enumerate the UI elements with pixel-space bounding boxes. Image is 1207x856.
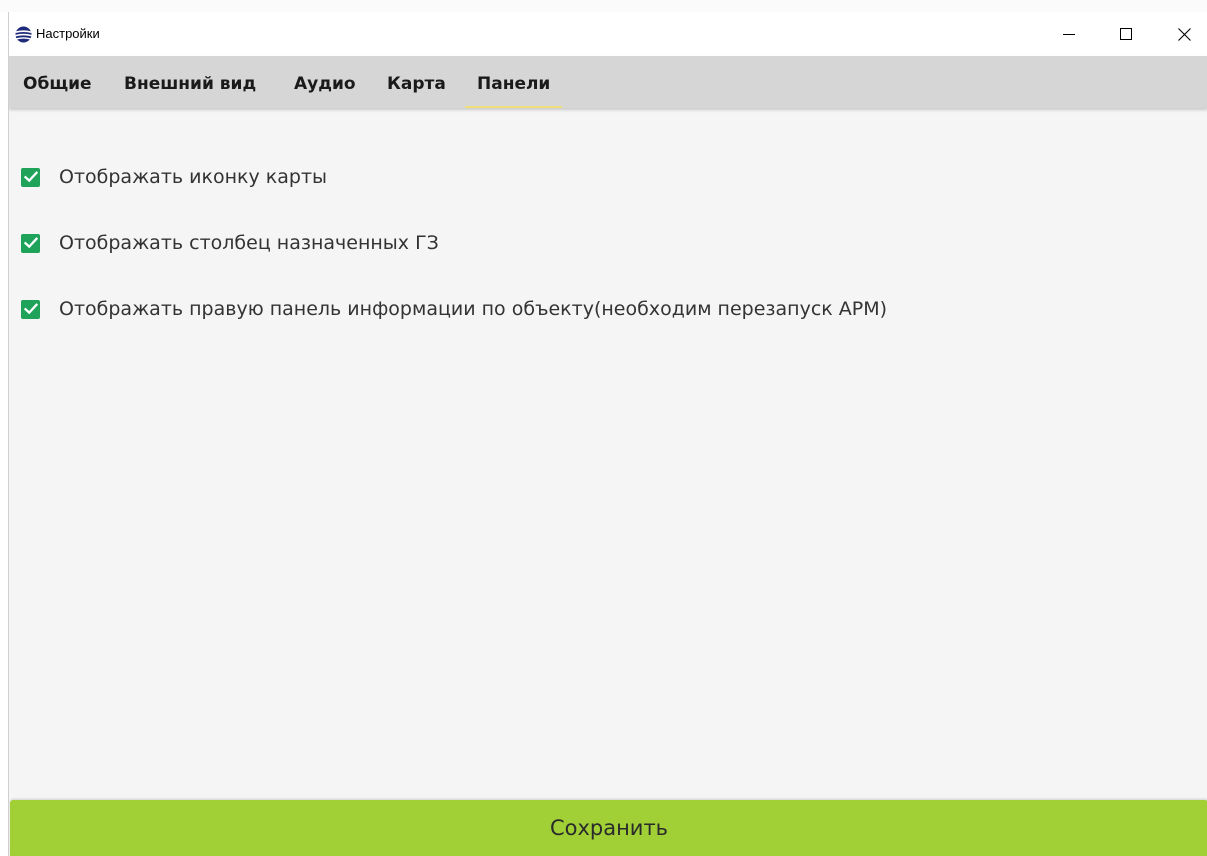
tab-panels[interactable]: Панели xyxy=(464,56,563,108)
globe-app-icon xyxy=(15,26,32,43)
tab-audio[interactable]: Аудио xyxy=(294,56,356,108)
option-label: Отображать правую панель информации по о… xyxy=(59,298,888,320)
tab-general[interactable]: Общие xyxy=(23,56,92,108)
close-icon xyxy=(1177,27,1191,41)
checkbox-checked[interactable] xyxy=(21,167,40,187)
screen: Настройки Общие Внешний вид Аудио Карта … xyxy=(0,0,1207,856)
close-button[interactable] xyxy=(1156,12,1207,56)
title-bar[interactable]: Настройки xyxy=(9,12,1207,56)
option-show-assigned-column[interactable]: Отображать столбец назначенных ГЗ xyxy=(21,228,439,258)
tab-map[interactable]: Карта xyxy=(387,56,446,108)
checkmark-icon xyxy=(23,237,38,249)
tab-bar: Общие Внешний вид Аудио Карта Панели xyxy=(9,56,1207,108)
option-label: Отображать столбец назначенных ГЗ xyxy=(59,232,439,254)
option-label: Отображать иконку карты xyxy=(59,166,328,188)
option-show-right-info-panel[interactable]: Отображать правую панель информации по о… xyxy=(21,294,887,324)
minimize-button[interactable] xyxy=(1041,12,1097,56)
settings-window: Настройки Общие Внешний вид Аудио Карта … xyxy=(8,12,1207,856)
checkmark-icon xyxy=(23,171,38,183)
save-button[interactable]: Сохранить xyxy=(10,800,1207,856)
option-show-map-icon[interactable]: Отображать иконку карты xyxy=(21,162,327,192)
checkmark-icon xyxy=(23,303,38,315)
checkbox-checked[interactable] xyxy=(21,299,40,319)
minimize-icon xyxy=(1063,34,1075,35)
maximize-button[interactable] xyxy=(1098,12,1154,56)
tab-appearance[interactable]: Внешний вид xyxy=(124,56,256,108)
window-title: Настройки xyxy=(36,26,100,41)
panels-settings-content: Отображать иконку карты Отображать столб… xyxy=(9,108,1207,800)
maximize-icon xyxy=(1120,28,1132,40)
checkbox-checked[interactable] xyxy=(21,233,40,253)
background-window-strip xyxy=(0,0,1207,12)
